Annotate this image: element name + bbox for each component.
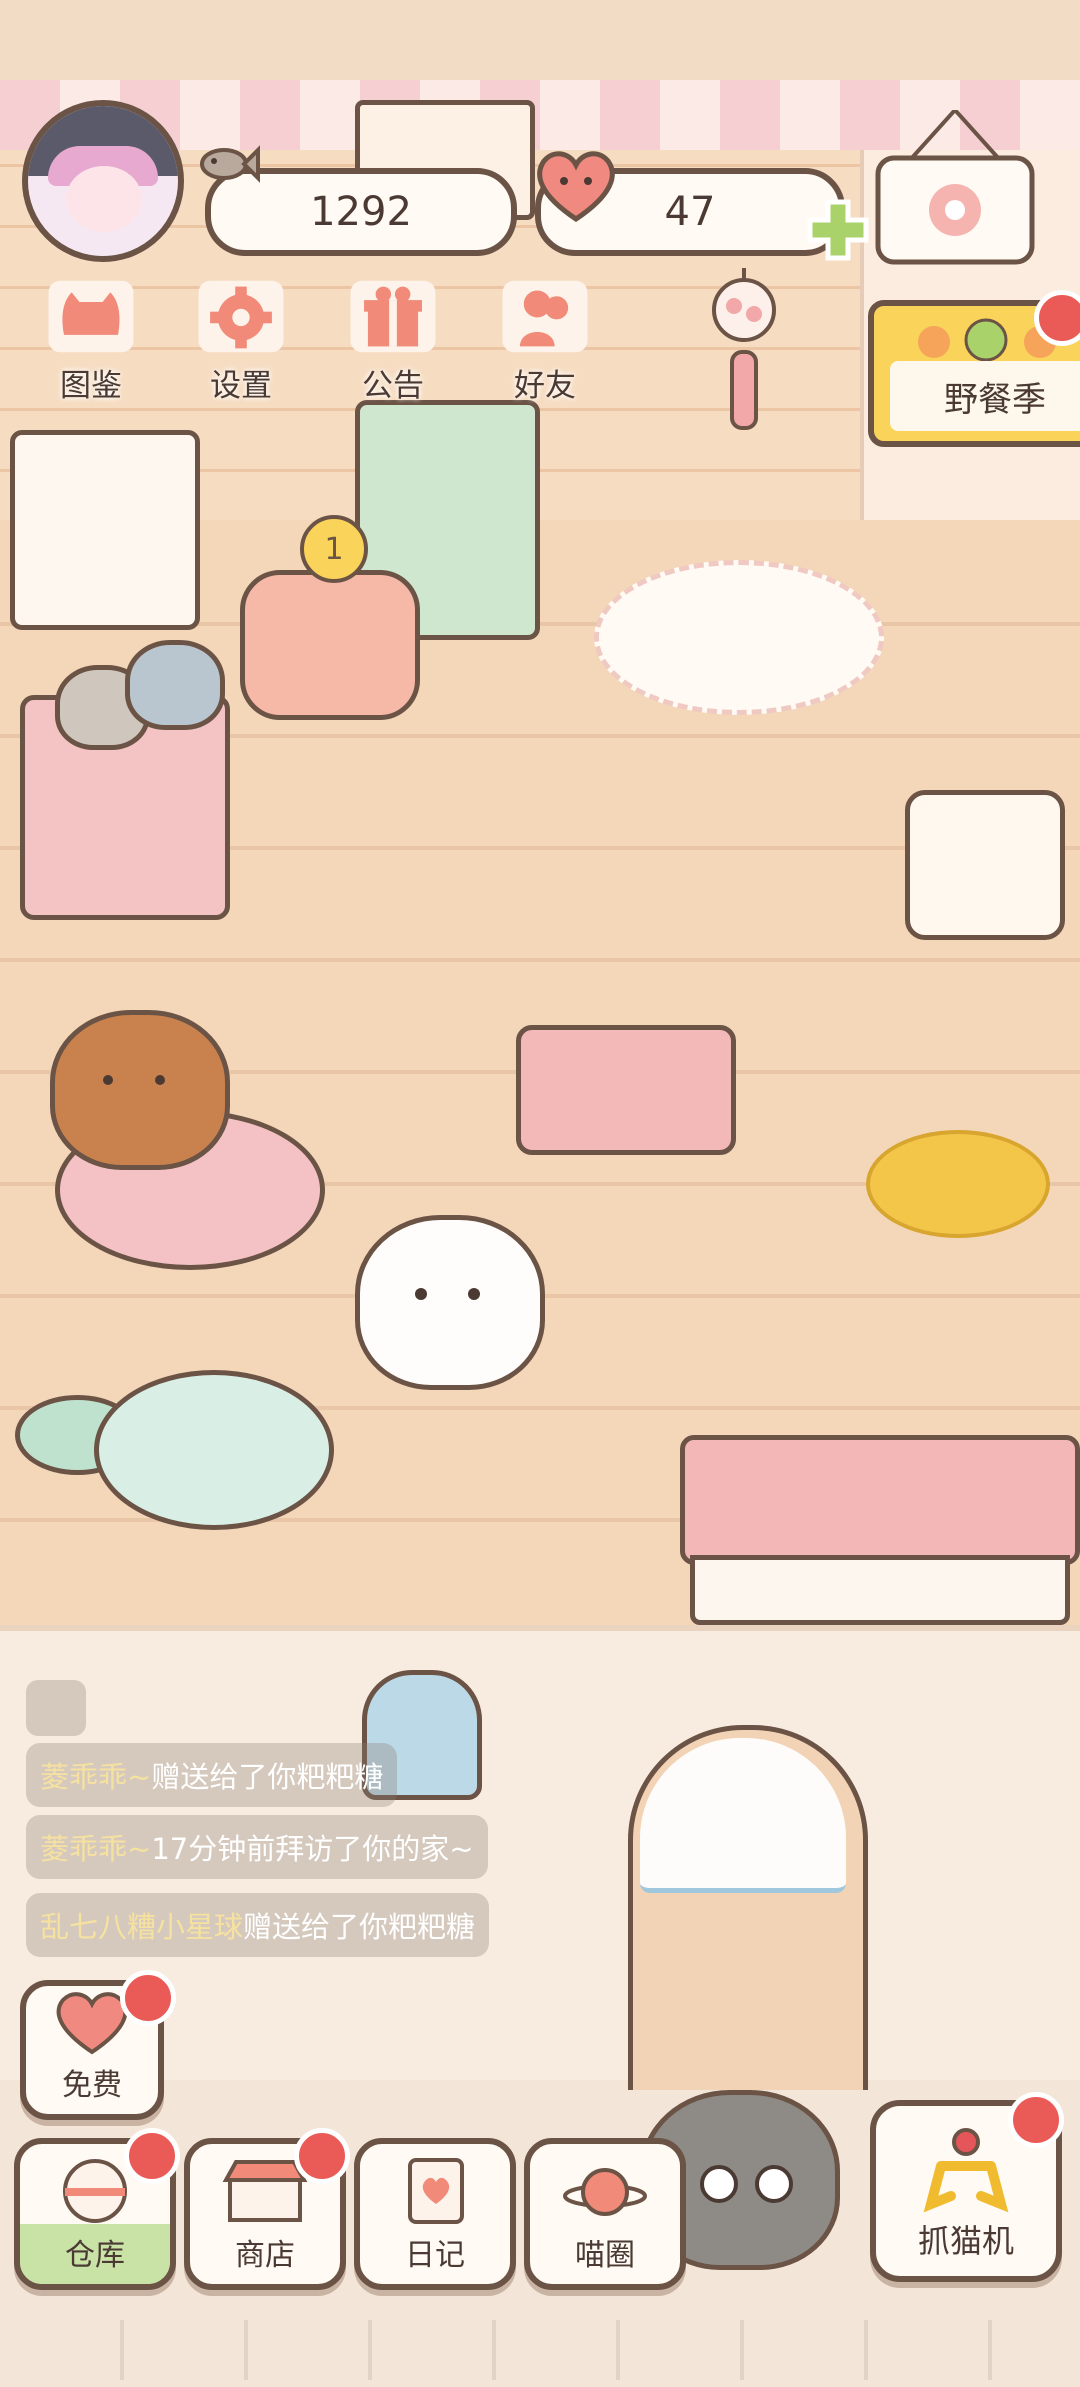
fish-count: 1292 [310, 189, 412, 235]
catalog-label: 图鉴 [60, 368, 122, 404]
friends-button[interactable]: 好友 [490, 275, 600, 405]
jam-table-furniture[interactable] [516, 1025, 736, 1155]
heart-icon [537, 151, 615, 223]
cake-number-badge: 1 [300, 515, 368, 583]
warehouse-label: 仓库 [65, 2238, 125, 2273]
add-hearts-button[interactable] [806, 198, 870, 262]
claw-machine-label: 抓猫机 [917, 2222, 1014, 2260]
picnic-season-label: 野餐季 [890, 361, 1080, 431]
notification-item: 菱乖乖~ 17分钟前拜访了你的家~ [26, 1815, 488, 1879]
fish-icon [200, 145, 260, 183]
cat-circle-button[interactable]: 喵圈 [524, 2138, 686, 2290]
glass-table-furniture[interactable] [94, 1370, 334, 1530]
cat-orange-tabby[interactable] [50, 1010, 230, 1170]
diary-label: 日记 [405, 2238, 465, 2273]
bakery-counter[interactable] [680, 1435, 1080, 1565]
notification-item: 乱七八糟小星球 赠送给了你粑粑糖 [26, 1893, 490, 1957]
friends-label: 好友 [514, 368, 576, 404]
planet-cat-icon [563, 2168, 647, 2216]
cat-circle-label: 喵圈 [575, 2238, 635, 2273]
gift-icon [350, 280, 436, 353]
free-label: 免费 [62, 2068, 122, 2103]
heart-count: 47 [664, 189, 716, 235]
diary-icon [408, 2158, 464, 2224]
notification-item: 菱乖乖~ 赠送给了你粑粑糖 [26, 1743, 398, 1807]
hanging-flower-sign-icon [875, 110, 1035, 265]
gear-icon [198, 280, 284, 353]
cat-head-icon [48, 280, 134, 353]
bakery-counter-base [690, 1555, 1070, 1625]
cake-furniture[interactable]: 1 [240, 515, 420, 720]
diary-button[interactable]: 日记 [354, 2138, 516, 2290]
wind-chime-icon [712, 268, 776, 430]
claw-icon [923, 2128, 1009, 2213]
floor-tiles [0, 2320, 1080, 2380]
friends-icon [502, 280, 588, 353]
announcement-button[interactable]: 公告 [338, 275, 448, 405]
settings-button[interactable]: 设置 [186, 275, 296, 405]
shelf-furniture[interactable] [10, 430, 200, 630]
cat-small-2[interactable] [125, 640, 225, 730]
flower-easel[interactable] [905, 790, 1065, 940]
upper-room-wall [0, 0, 1080, 84]
free-notification-badge [120, 1970, 176, 2026]
warehouse-icon [63, 2159, 127, 2223]
claw-machine-notification-badge [1008, 2092, 1064, 2148]
settings-label: 设置 [210, 368, 272, 404]
yellow-mat[interactable] [866, 1130, 1050, 1238]
shop-notification-badge [294, 2128, 350, 2184]
heart-rug[interactable] [594, 560, 884, 715]
announcement-label: 公告 [362, 368, 424, 404]
catalog-button[interactable]: 图鉴 [36, 275, 146, 405]
chat-toggle-button[interactable] [26, 1680, 86, 1736]
shop-label: 商店 [235, 2238, 295, 2273]
player-avatar[interactable] [22, 100, 184, 262]
cat-white[interactable] [355, 1215, 545, 1390]
